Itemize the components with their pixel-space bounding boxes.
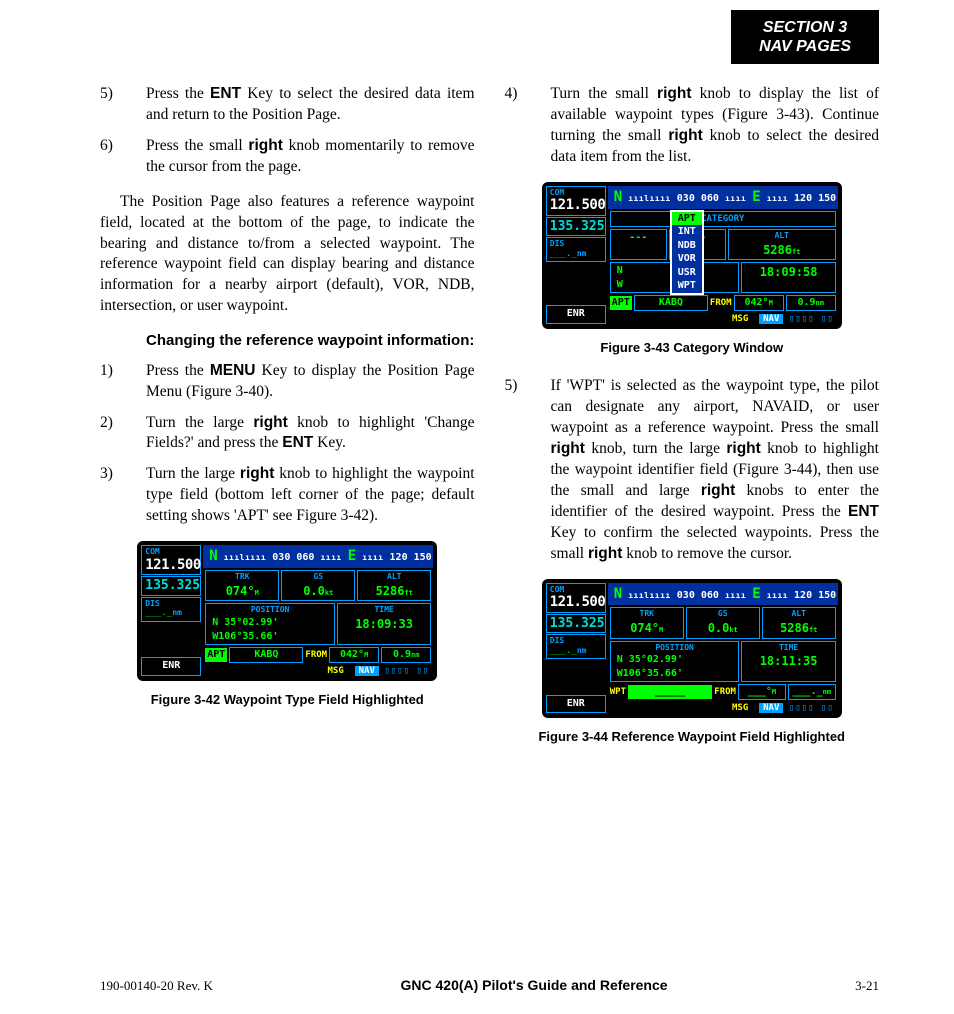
doc-number: 190-00140-20 Rev. K — [100, 978, 213, 994]
step-5: 5) Press the ENT Key to select the desir… — [100, 84, 475, 126]
proc-step-1: 1) Press the MENU Key to display the Pos… — [100, 361, 475, 403]
content-columns: 5) Press the ENT Key to select the desir… — [100, 84, 879, 954]
procedure-steps-cont: 4) Turn the small right knob to display … — [505, 84, 880, 168]
figure-3-43: COM121.500 135.325 DIS___._nm ENR N ıııl… — [505, 182, 880, 357]
procedure-heading: Changing the reference waypoint informat… — [146, 331, 475, 351]
doc-title: GNC 420(A) Pilot's Guide and Reference — [401, 977, 668, 993]
figure-caption: Figure 3-42 Waypoint Type Field Highligh… — [100, 691, 475, 709]
apt-field-highlighted: APT — [205, 648, 227, 662]
steps-continued: 5) Press the ENT Key to select the desir… — [100, 84, 475, 178]
gps-device-44: COM121.500 135.325 DIS___._nm ENR N ıııl… — [542, 579, 842, 719]
figure-caption: Figure 3-43 Category Window — [505, 339, 880, 357]
step-number: 6) — [100, 136, 146, 178]
procedure-steps: 1) Press the MENU Key to display the Pos… — [100, 361, 475, 527]
section-header: SECTION 3 NAV PAGES — [731, 10, 879, 64]
right-column: 4) Turn the small right knob to display … — [505, 84, 880, 954]
figure-3-42: COM121.500 135.325 DIS___._nm ENR N ıııl… — [100, 541, 475, 708]
category-popup: APT INT NDB VOR USR WPT — [670, 210, 704, 295]
proc-step-2: 2) Turn the large right knob to highligh… — [100, 413, 475, 455]
proc-step-4: 4) Turn the small right knob to display … — [505, 84, 880, 168]
step-6: 6) Press the small right knob momentaril… — [100, 136, 475, 178]
page-number: 3-21 — [855, 978, 879, 994]
page-footer: 190-00140-20 Rev. K GNC 420(A) Pilot's G… — [100, 977, 879, 994]
step-number: 5) — [100, 84, 146, 126]
proc-step-5: 5) If 'WPT' is selected as the waypoint … — [505, 376, 880, 564]
step-text: Press the small right knob momentarily t… — [146, 136, 475, 178]
gps-device-42: COM121.500 135.325 DIS___._nm ENR N ıııl… — [137, 541, 437, 681]
step-text: Press the ENT Key to select the desired … — [146, 84, 475, 126]
section-title-2: NAV PAGES — [759, 37, 851, 56]
proc-step-3: 3) Turn the large right knob to highligh… — [100, 464, 475, 527]
left-column: 5) Press the ENT Key to select the desir… — [100, 84, 475, 954]
figure-3-44: COM121.500 135.325 DIS___._nm ENR N ıııl… — [505, 579, 880, 746]
gps-device-43: COM121.500 135.325 DIS___._nm ENR N ıııl… — [542, 182, 842, 329]
body-paragraph: The Position Page also features a refere… — [100, 192, 475, 318]
procedure-steps-cont2: 5) If 'WPT' is selected as the waypoint … — [505, 376, 880, 564]
section-title-1: SECTION 3 — [759, 18, 851, 37]
wpt-id-field-highlighted: _____ — [628, 685, 712, 699]
figure-caption: Figure 3-44 Reference Waypoint Field Hig… — [505, 728, 880, 746]
